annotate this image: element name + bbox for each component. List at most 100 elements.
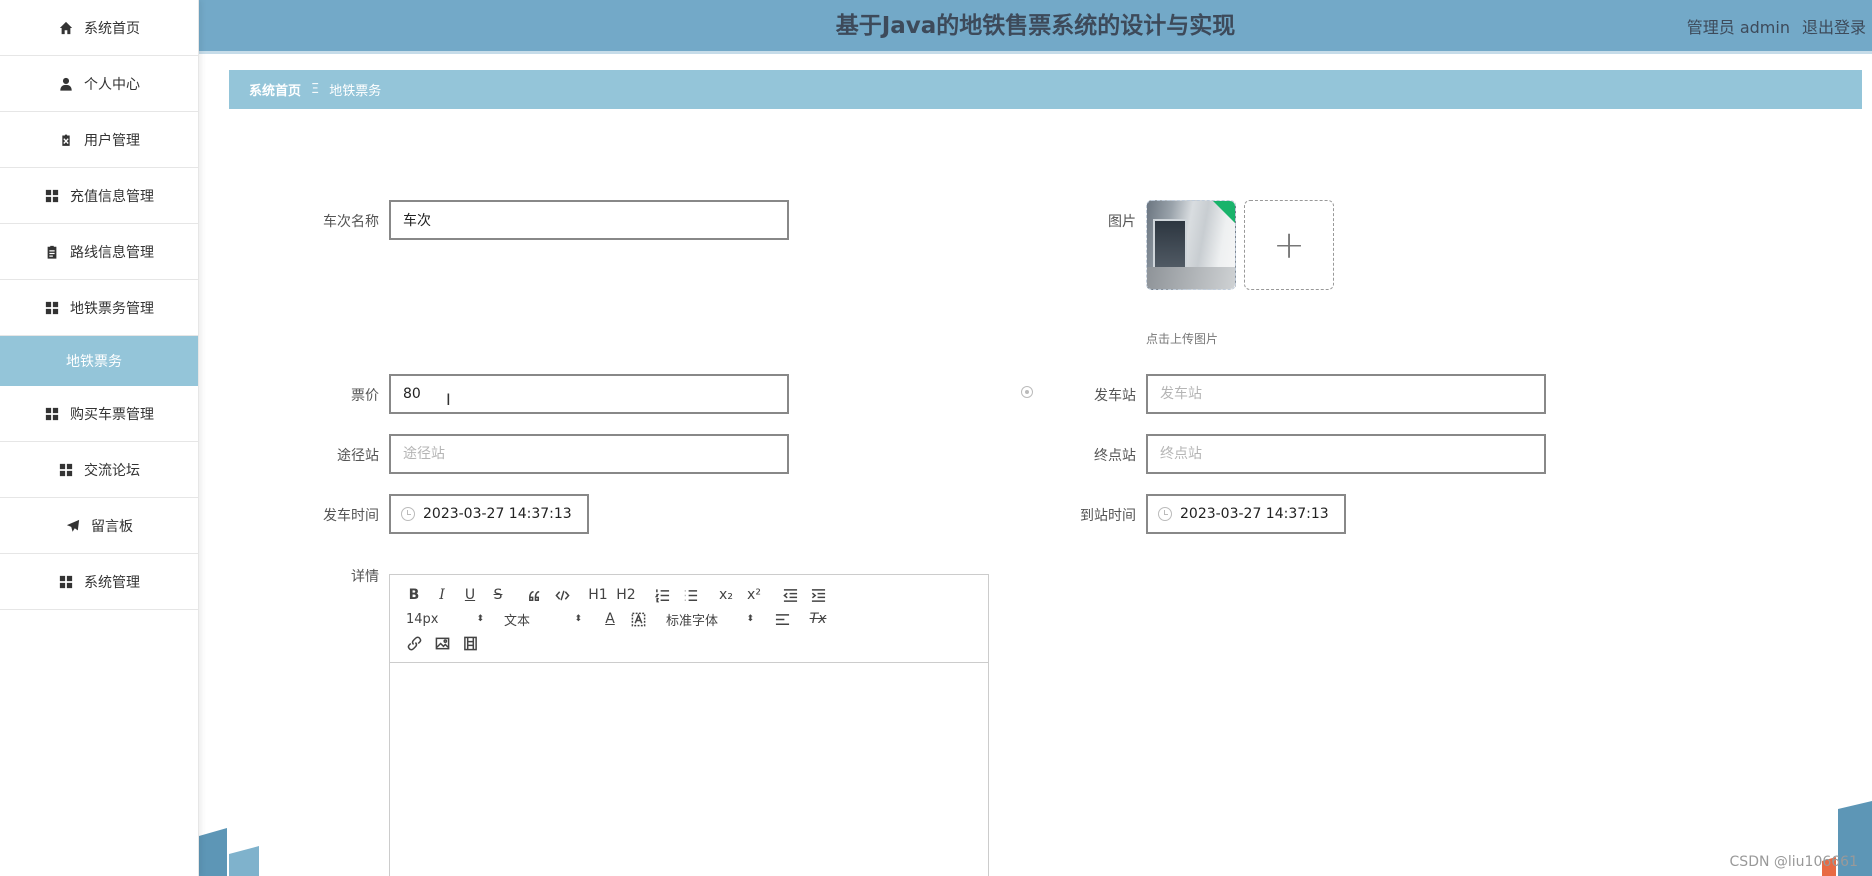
clipboard-icon: [44, 244, 60, 260]
breadcrumb-home[interactable]: 系统首页: [249, 80, 301, 99]
font-size-value: 14px: [406, 611, 439, 627]
sidebar-item-recharge[interactable]: 充值信息管理: [0, 168, 198, 224]
image-button[interactable]: [428, 631, 456, 655]
ordered-list-button[interactable]: [648, 583, 676, 607]
heading-value: 文本: [504, 613, 531, 629]
image-label: 图片: [1108, 214, 1136, 230]
link-button[interactable]: [400, 631, 428, 655]
paper-plane-icon: [65, 518, 81, 534]
price-label: 票价: [351, 388, 379, 404]
text-cursor-icon: I: [446, 390, 451, 409]
font-color-button[interactable]: A: [596, 607, 624, 631]
details-label: 详情: [351, 569, 379, 585]
sidebar-item-label: 系统管理: [84, 574, 140, 591]
code-block-button[interactable]: [548, 583, 576, 607]
watermark: CSDN @liu106661: [1729, 854, 1858, 870]
terminal-station-input[interactable]: [1146, 434, 1546, 474]
platform-floor-graphic: [1147, 267, 1235, 289]
align-left-icon: [775, 613, 789, 625]
sidebar-item-label: 地铁票务管理: [70, 300, 154, 317]
strike-button[interactable]: S: [484, 583, 512, 607]
blockquote-button[interactable]: [520, 583, 548, 607]
clear-format-button[interactable]: Tx: [804, 607, 832, 631]
editor-content-area[interactable]: [390, 663, 988, 876]
plus-icon: +: [1273, 223, 1305, 267]
font-size-select[interactable]: 14px ⬍: [400, 607, 490, 631]
code-icon: [554, 590, 570, 600]
clock-icon: [401, 507, 415, 521]
sidebar-item-label: 用户管理: [84, 132, 140, 149]
superscript-button[interactable]: x²: [740, 583, 768, 607]
sidebar-subitem-ticket[interactable]: 地铁票务: [0, 336, 198, 386]
upload-success-badge: [1213, 201, 1235, 223]
arrival-time-label: 到站时间: [1080, 508, 1136, 524]
editor-toolbar: B I U S H1 H2 x₂ x² 14px ⬍ 文本 ⬍ A 标准字体 ⬍…: [390, 575, 988, 663]
arrival-time-value: 2023-03-27 14:37:13: [1180, 506, 1329, 522]
sidebar-item-ticket-manage[interactable]: 地铁票务管理: [0, 280, 198, 336]
upload-hint: 点击上传图片: [1146, 332, 1219, 346]
bullet-list-button[interactable]: [676, 583, 704, 607]
arrival-time-picker[interactable]: 2023-03-27 14:37:13: [1146, 494, 1346, 534]
breadcrumb: 系统首页 Ξ 地铁票务: [229, 70, 1862, 109]
heading-select[interactable]: 文本 ⬍: [498, 607, 588, 631]
background-color-button[interactable]: [624, 607, 652, 631]
sidebar-item-home[interactable]: 系统首页: [0, 0, 198, 56]
video-button[interactable]: [456, 631, 484, 655]
grid-icon: [58, 574, 74, 590]
ordered-list-icon: [654, 588, 669, 602]
link-icon: [407, 636, 421, 650]
grid-icon: [44, 300, 60, 316]
rich-text-editor: B I U S H1 H2 x₂ x² 14px ⬍ 文本 ⬍ A 标准字体 ⬍…: [389, 574, 989, 876]
clipboard-x-icon: [58, 132, 74, 148]
departure-time-label: 发车时间: [323, 508, 379, 524]
sidebar-item-label: 留言板: [91, 518, 133, 535]
user-area: 管理员 admin 退出登录: [1675, 14, 1866, 38]
page-title: 基于Java的地铁售票系统的设计与实现: [835, 13, 1236, 39]
via-station-label: 途径站: [337, 448, 379, 464]
name-input[interactable]: [389, 200, 789, 240]
corner-decoration-left: [199, 828, 259, 876]
departure-time-picker[interactable]: 2023-03-27 14:37:13: [389, 494, 589, 534]
via-station-input[interactable]: [389, 434, 789, 474]
breadcrumb-separator: Ξ: [311, 82, 320, 97]
image-upload-button[interactable]: +: [1244, 200, 1334, 290]
logout-link[interactable]: 退出登录: [1802, 18, 1866, 37]
sidebar-item-routes[interactable]: 路线信息管理: [0, 224, 198, 280]
outdent-icon: [782, 588, 797, 602]
sidebar-item-label: 个人中心: [84, 76, 140, 93]
background-color-icon: [631, 612, 645, 626]
sidebar-item-users[interactable]: 用户管理: [0, 112, 198, 168]
bold-button[interactable]: B: [400, 583, 428, 607]
departure-station-label: 发车站: [1094, 388, 1136, 404]
sidebar-item-label: 地铁票务: [66, 354, 122, 370]
outdent-button[interactable]: [776, 583, 804, 607]
departure-time-value: 2023-03-27 14:37:13: [423, 506, 572, 522]
sidebar-item-messages[interactable]: 留言板: [0, 498, 198, 554]
font-family-select[interactable]: 标准字体 ⬍: [660, 607, 760, 631]
sidebar-item-forum[interactable]: 交流论坛: [0, 442, 198, 498]
name-label: 车次名称: [323, 214, 379, 230]
indent-button[interactable]: [804, 583, 832, 607]
sidebar: 系统首页 个人中心 用户管理 充值信息管理 路线信息管理 地铁票务管理 地铁票务…: [0, 0, 199, 876]
underline-button[interactable]: U: [456, 583, 484, 607]
grid-icon: [58, 462, 74, 478]
terminal-station-label: 终点站: [1094, 448, 1136, 464]
breadcrumb-current: 地铁票务: [329, 84, 382, 99]
h1-button[interactable]: H1: [584, 583, 612, 607]
quote-icon: [528, 590, 539, 601]
uploaded-image[interactable]: [1146, 200, 1236, 290]
italic-button[interactable]: I: [428, 583, 456, 607]
grid-icon: [44, 188, 60, 204]
top-header: 基于Java的地铁售票系统的设计与实现 管理员 admin 退出登录: [199, 0, 1872, 54]
sidebar-item-label: 购买车票管理: [70, 406, 154, 423]
sidebar-item-purchase[interactable]: 购买车票管理: [0, 386, 198, 442]
h2-button[interactable]: H2: [612, 583, 640, 607]
select-arrows-icon: ⬍: [574, 613, 582, 624]
align-button[interactable]: [768, 607, 796, 631]
departure-station-input[interactable]: [1146, 374, 1546, 414]
sidebar-item-system[interactable]: 系统管理: [0, 554, 198, 610]
subscript-button[interactable]: x₂: [712, 583, 740, 607]
indent-icon: [811, 588, 825, 602]
sidebar-item-profile[interactable]: 个人中心: [0, 56, 198, 112]
select-arrows-icon: ⬍: [476, 613, 484, 624]
